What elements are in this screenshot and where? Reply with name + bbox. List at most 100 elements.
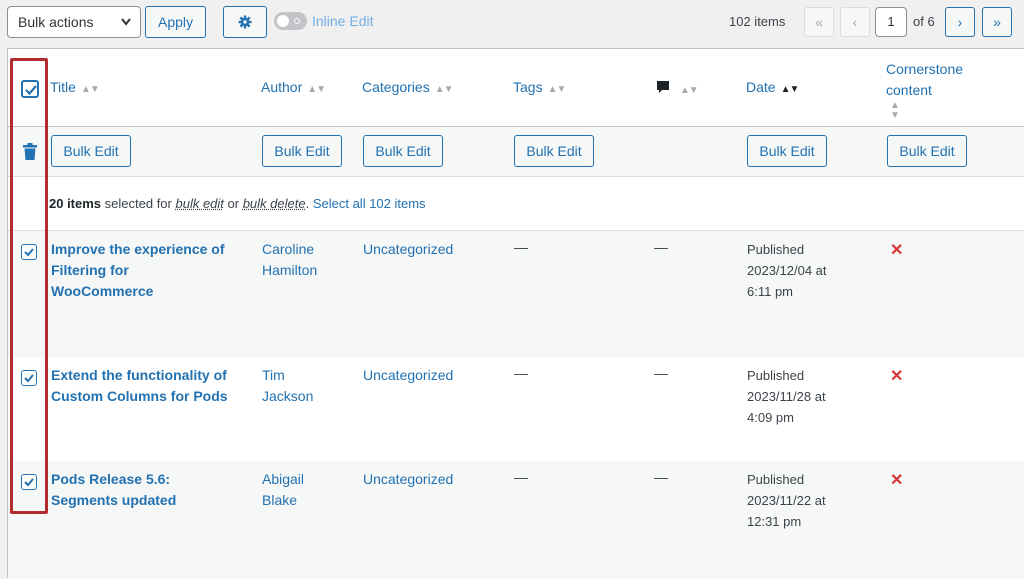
post-date: Published 2023/11/22 at 12:31 pm <box>747 469 857 532</box>
x-icon: ✕ <box>890 242 904 259</box>
bulk-actions-value: Bulk actions <box>18 14 94 30</box>
post-tags: — <box>514 469 528 485</box>
last-page-button[interactable]: » <box>982 7 1012 37</box>
bulk-edit-categories-button[interactable]: Bulk Edit <box>363 135 443 167</box>
selection-text: . <box>305 196 313 211</box>
prev-page-button[interactable]: ‹ <box>840 7 870 37</box>
column-cornerstone-label-1: Cornerstone <box>886 61 964 77</box>
column-title-label: Title <box>50 79 76 95</box>
sort-icon: ▲▼ <box>547 84 567 95</box>
date-time: 6:11 pm <box>747 284 794 299</box>
sort-desc-icon: ▲▼ <box>780 84 800 95</box>
date-value: 2023/11/28 at <box>747 389 826 404</box>
bulk-delete-term: bulk delete <box>242 196 306 211</box>
post-title-line: Pods Release 5.6: <box>51 471 171 487</box>
total-pages: of 6 <box>913 14 935 29</box>
sort-icon: ▲▼ <box>80 84 100 95</box>
column-title[interactable]: Title ▲▼ <box>50 79 100 95</box>
author-line: Jackson <box>262 388 314 404</box>
select-all-items-link[interactable]: Select all 102 items <box>313 196 426 211</box>
date-time: 4:09 pm <box>747 410 794 425</box>
bulk-edit-cornerstone-button[interactable]: Bulk Edit <box>887 135 967 167</box>
post-title-link[interactable]: Improve the experience of Filtering for … <box>51 239 251 302</box>
column-cornerstone[interactable]: Cornerstone content ▲ ▼ <box>886 59 963 121</box>
apply-button[interactable]: Apply <box>145 6 206 38</box>
column-categories[interactable]: Categories ▲▼ <box>362 79 453 95</box>
table-header: Title ▲▼ Author ▲▼ Categories ▲▼ Tags ▲▼ ▲▼ … <box>8 49 1024 127</box>
current-page-input[interactable]: 1 <box>875 7 907 37</box>
bulk-edit-term: bulk edit <box>175 196 224 211</box>
column-comments[interactable]: ▲▼ <box>655 79 699 96</box>
post-author-link[interactable]: Tim Jackson <box>262 365 352 407</box>
posts-table: Title ▲▼ Author ▲▼ Categories ▲▼ Tags ▲▼ ▲▼ … <box>7 48 1024 579</box>
post-title-line: WooCommerce <box>51 283 154 299</box>
first-page-button[interactable]: « <box>804 7 834 37</box>
column-categories-label: Categories <box>362 79 430 95</box>
date-value: 2023/12/04 at <box>747 263 827 278</box>
column-author[interactable]: Author ▲▼ <box>261 79 326 95</box>
selected-count: 20 items <box>49 196 102 211</box>
x-icon: ✕ <box>890 368 904 385</box>
column-tags-label: Tags <box>513 79 543 95</box>
selection-info-row: 20 items selected for bulk edit or bulk … <box>8 177 1024 231</box>
post-date: Published 2023/12/04 at 6:11 pm <box>747 239 857 302</box>
post-title-line: Filtering for <box>51 262 129 278</box>
post-title-line: Segments updated <box>51 492 177 508</box>
column-author-label: Author <box>261 79 303 95</box>
post-title-line: Extend the functionality of <box>51 367 227 383</box>
date-status: Published <box>747 472 805 487</box>
column-tags[interactable]: Tags ▲▼ <box>513 79 567 95</box>
comment-bubble-icon <box>655 80 675 96</box>
author-line: Blake <box>262 492 298 508</box>
bulk-edit-tags-button[interactable]: Bulk Edit <box>514 135 594 167</box>
post-category-link[interactable]: Uncategorized <box>363 365 453 386</box>
date-time: 12:31 pm <box>747 514 802 529</box>
selection-info: 20 items selected for bulk edit or bulk … <box>49 196 426 211</box>
gear-icon <box>238 15 252 32</box>
post-tags: — <box>514 365 528 381</box>
table-row: Pods Release 5.6: Segments updated Abiga… <box>8 461 1024 579</box>
sort-icon: ▲▼ <box>307 84 326 95</box>
bulk-actions-select[interactable]: Bulk actions <box>7 6 141 38</box>
post-title-link[interactable]: Extend the functionality of Custom Colum… <box>51 365 251 407</box>
inline-edit-toggle[interactable] <box>274 12 307 30</box>
settings-button[interactable] <box>223 6 267 38</box>
post-title-link[interactable]: Pods Release 5.6: Segments updated <box>51 469 251 511</box>
post-tags: — <box>514 239 528 255</box>
post-category-link[interactable]: Uncategorized <box>363 239 453 260</box>
author-line: Hamilton <box>262 262 318 278</box>
next-page-button[interactable]: › <box>945 7 975 37</box>
items-count: 102 items <box>729 14 786 29</box>
post-author-link[interactable]: Abigail Blake <box>262 469 352 511</box>
post-category-link[interactable]: Uncategorized <box>363 469 453 490</box>
post-title-line: Improve the experience of <box>51 241 225 257</box>
inline-edit-label[interactable]: Inline Edit <box>312 13 373 29</box>
sort-icon: ▲▼ <box>890 100 900 121</box>
author-line: Caroline <box>262 241 315 257</box>
post-comments: — <box>654 239 668 255</box>
x-icon: ✕ <box>890 472 904 489</box>
post-comments: — <box>654 365 668 381</box>
chevron-down-icon <box>120 7 132 48</box>
table-row: Extend the functionality of Custom Colum… <box>8 357 1024 461</box>
post-author-link[interactable]: Caroline Hamilton <box>262 239 352 281</box>
sort-icon: ▲▼ <box>434 84 454 95</box>
selection-text: or <box>223 196 243 211</box>
selection-text: selected for <box>101 196 176 211</box>
bulk-edit-date-button[interactable]: Bulk Edit <box>747 135 827 167</box>
column-date[interactable]: Date ▲▼ <box>746 79 800 95</box>
author-line: Abigail <box>262 471 305 487</box>
bulk-edit-author-button[interactable]: Bulk Edit <box>262 135 342 167</box>
date-status: Published <box>747 368 805 383</box>
table-row: Improve the experience of Filtering for … <box>8 231 1024 357</box>
post-date: Published 2023/11/28 at 4:09 pm <box>747 365 857 428</box>
column-cornerstone-label-2: content <box>886 82 932 98</box>
sort-icon: ▲▼ <box>679 85 699 96</box>
post-title-line: Custom Columns for Pods <box>51 388 228 404</box>
bulk-edit-row: Bulk Edit Bulk Edit Bulk Edit Bulk Edit … <box>8 127 1024 177</box>
bulk-edit-title-button[interactable]: Bulk Edit <box>51 135 131 167</box>
checkbox-column-highlight <box>10 58 48 514</box>
date-value: 2023/11/22 at <box>747 493 826 508</box>
post-comments: — <box>654 469 668 485</box>
date-status: Published <box>747 242 805 257</box>
